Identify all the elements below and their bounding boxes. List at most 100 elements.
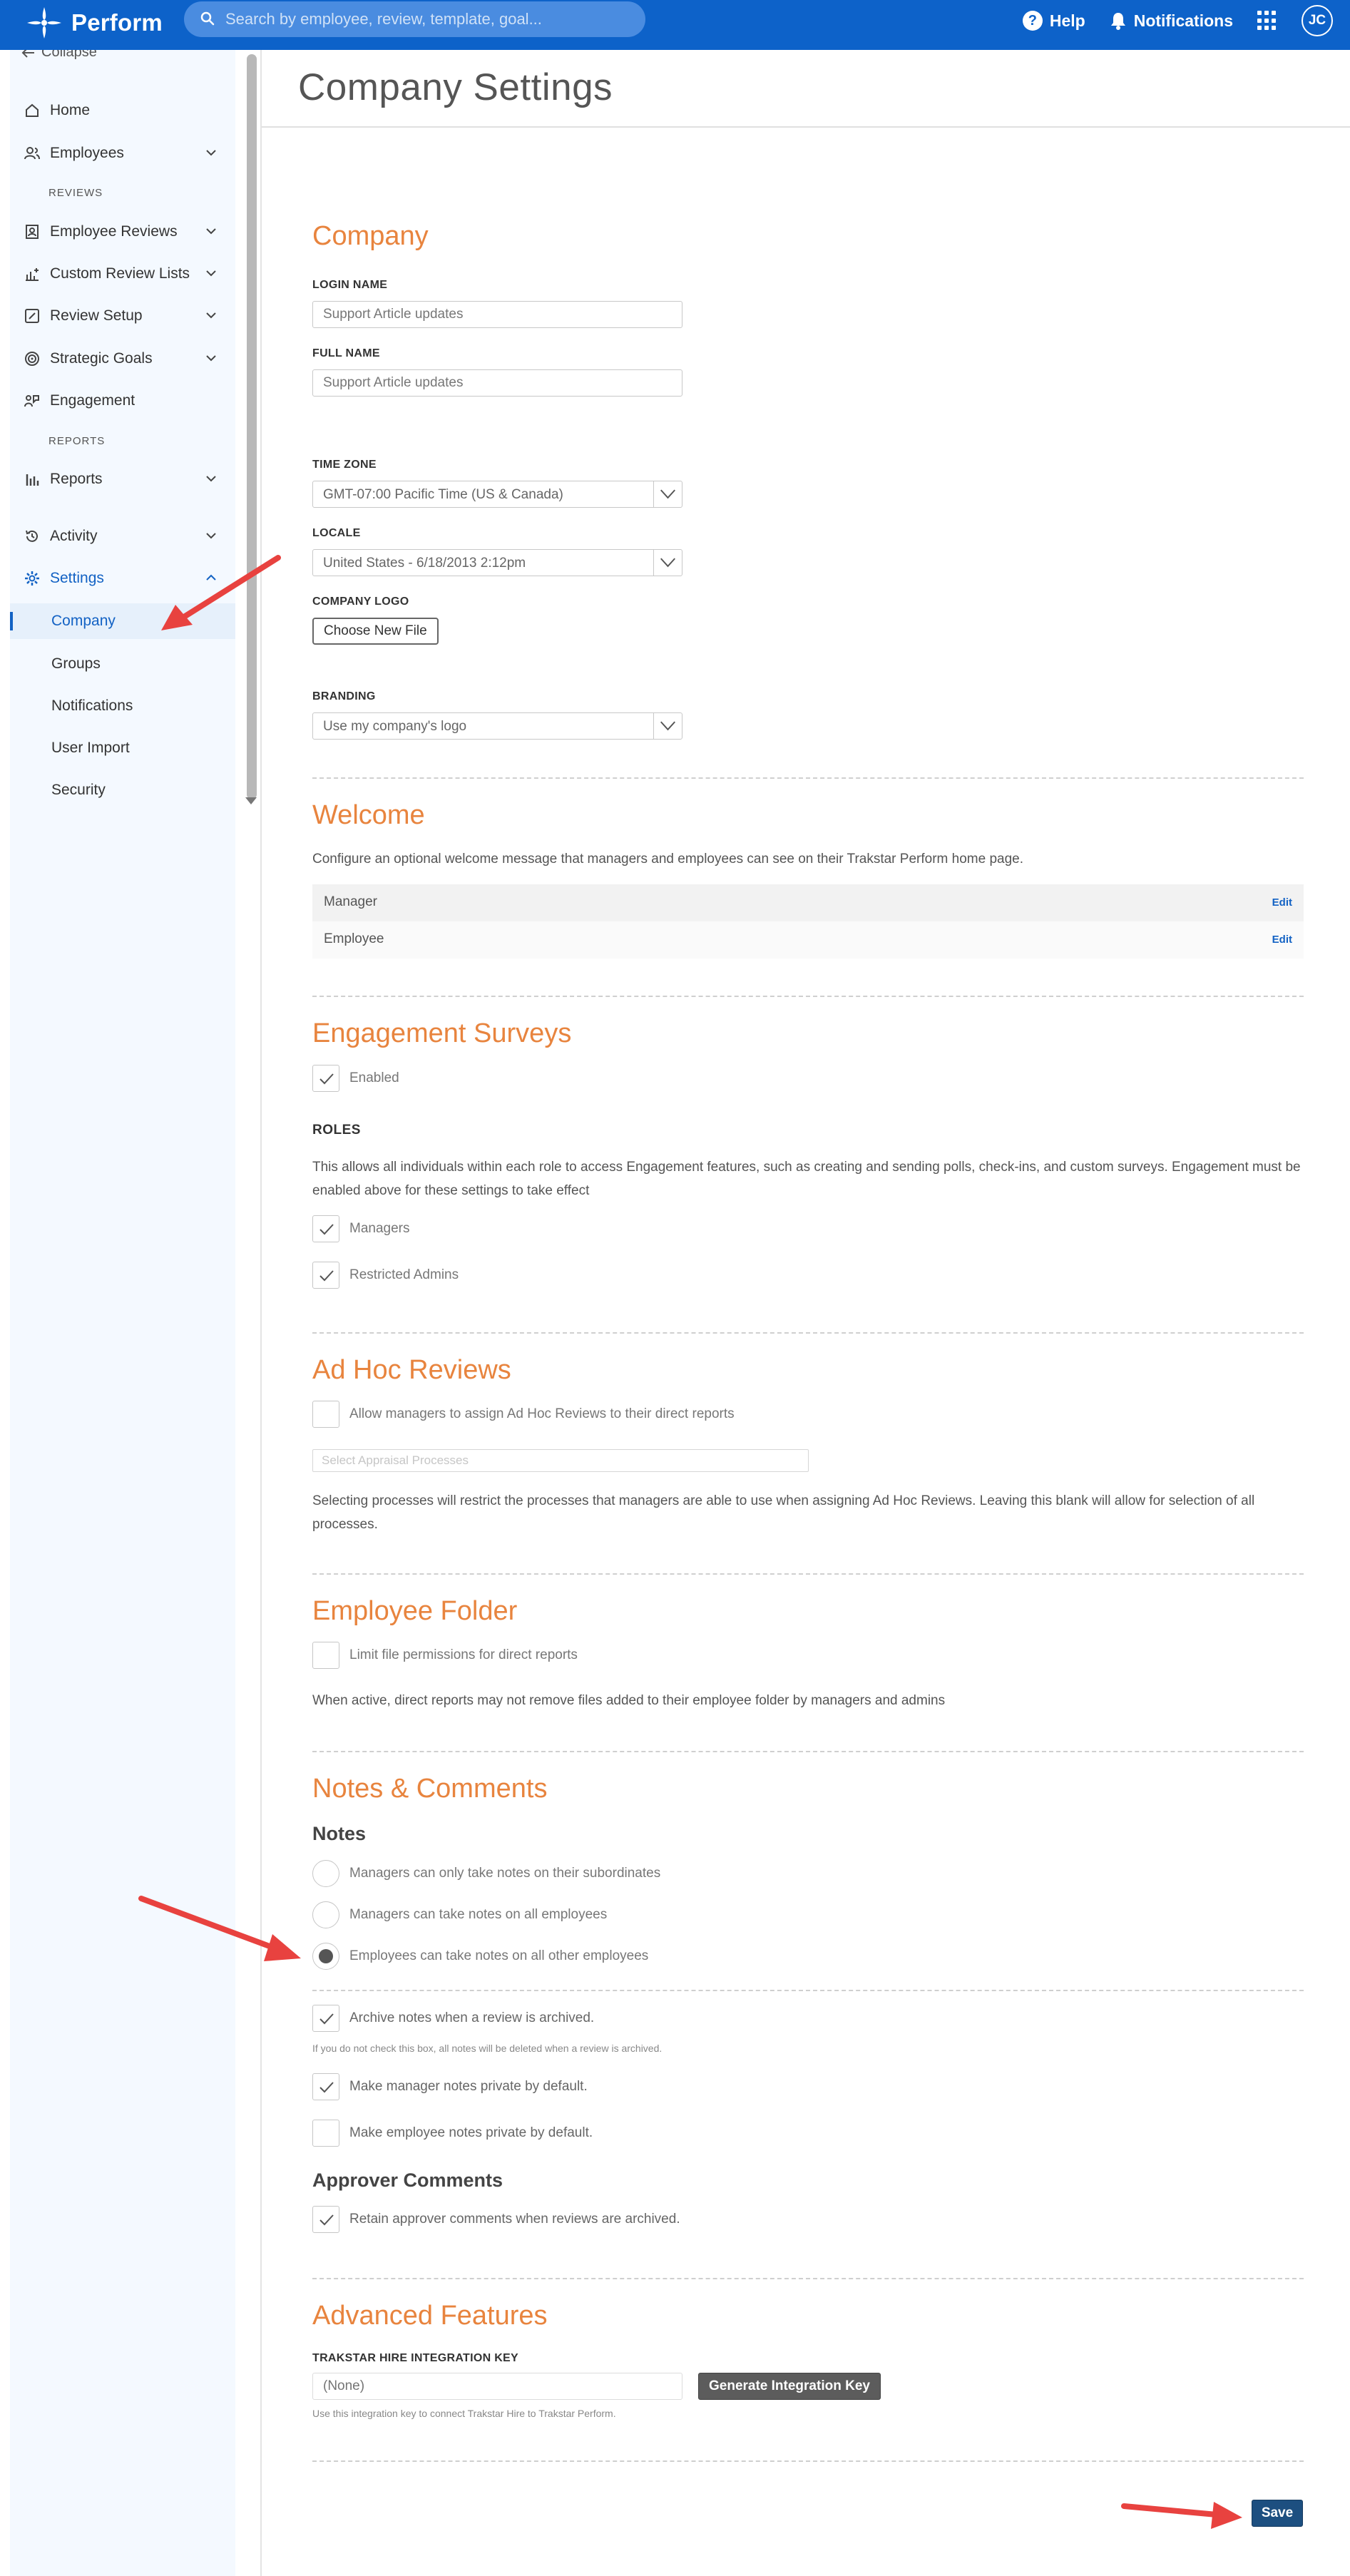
annotation-arrow-icon (161, 555, 281, 630)
chart-add-icon (26, 268, 39, 281)
choose-file-button[interactable]: Choose New File (312, 618, 439, 645)
search-icon (200, 11, 215, 26)
branding-value: Use my company's logo (323, 719, 467, 734)
sidebar-scrollbar[interactable] (247, 54, 257, 799)
chevron-down-icon (206, 270, 216, 277)
notifications-link[interactable]: Notifications (1110, 11, 1233, 31)
home-icon (26, 103, 39, 117)
sidebar-item-home[interactable]: Home (10, 94, 235, 127)
employee-notes-private-label: Make employee notes private by default. (349, 2125, 593, 2140)
notes-option-subordinates-label: Managers can only take notes on their su… (349, 1866, 661, 1881)
engagement-enabled-checkbox[interactable] (312, 1065, 339, 1092)
sidebar-item-employee-reviews[interactable]: Employee Reviews (10, 215, 235, 248)
bell-icon (1110, 13, 1125, 30)
notes-option-all-employees-radio[interactable] (312, 1901, 339, 1928)
sidebar-item-reports[interactable]: Reports (10, 463, 235, 496)
edit-manager-welcome-link[interactable]: Edit (1272, 896, 1292, 909)
app-logo[interactable]: Perform (24, 6, 163, 40)
global-search[interactable] (184, 1, 645, 37)
archive-notes-checkbox[interactable] (312, 2005, 339, 2032)
sidebar-item-activity[interactable]: Activity (10, 520, 235, 553)
search-input[interactable] (225, 1, 632, 37)
bar-chart-icon (26, 474, 39, 486)
history-icon (26, 530, 38, 542)
sidebar-item-label: Groups (51, 655, 101, 672)
help-link[interactable]: ? Help (1022, 11, 1085, 31)
section-divider (312, 1990, 1304, 1991)
login-name-input[interactable] (312, 301, 682, 328)
notes-option-employees-label: Employees can take notes on all other em… (349, 1948, 649, 1963)
restricted-admins-label: Restricted Admins (349, 1267, 459, 1282)
sidebar-item-engagement[interactable]: Engagement (10, 384, 235, 417)
sidebar-item-user-import[interactable]: User Import (10, 730, 235, 766)
chevron-down-icon (206, 533, 216, 539)
chevron-down-icon (653, 713, 675, 739)
help-icon: ? (1022, 11, 1043, 31)
notes-option-employees-radio[interactable] (312, 1943, 339, 1970)
chevron-down-icon (206, 228, 216, 235)
sidebar-item-label: Review Setup (50, 307, 143, 324)
title-divider (262, 126, 1350, 128)
chevron-down-icon (206, 476, 216, 482)
branding-select[interactable]: Use my company's logo (312, 712, 682, 740)
sidebar-item-label: Security (51, 782, 106, 798)
allow-adhoc-checkbox[interactable] (312, 1401, 339, 1428)
managers-label: Managers (349, 1221, 410, 1236)
notes-option-all-employees-label: Managers can take notes on all employees (349, 1907, 608, 1922)
gear-icon (25, 571, 39, 586)
target-icon (25, 352, 39, 366)
section-divider (312, 1573, 1304, 1575)
save-button[interactable]: Save (1252, 2500, 1303, 2527)
roles-label: ROLES (312, 1123, 361, 1138)
chevron-down-icon (653, 550, 675, 576)
edit-square-icon (25, 309, 39, 323)
sidebar-item-label: Company (51, 613, 116, 629)
generate-integration-key-button[interactable]: Generate Integration Key (698, 2373, 881, 2400)
chevron-down-icon (206, 312, 216, 319)
section-divider (312, 996, 1304, 997)
section-divider (312, 1332, 1304, 1334)
edit-employee-welcome-link[interactable]: Edit (1272, 934, 1292, 946)
sidebar-item-security[interactable]: Security (10, 772, 235, 808)
restricted-admins-checkbox[interactable] (312, 1262, 339, 1289)
sidebar-item-label: Home (50, 102, 91, 118)
managers-checkbox[interactable] (312, 1215, 339, 1242)
sidebar-section-reports: REPORTS (48, 435, 106, 447)
sidebar-item-label: Strategic Goals (50, 350, 153, 367)
checkmark-icon (319, 2214, 334, 2226)
sidebar-item-label: Engagement (50, 392, 135, 409)
sidebar-item-label: User Import (51, 740, 130, 756)
locale-select[interactable]: United States - 6/18/2013 2:12pm (312, 549, 682, 576)
sidebar-item-notifications[interactable]: Notifications (10, 688, 235, 724)
top-bar: Perform ? Help Notifications JC (0, 0, 1350, 50)
sidebar-item-label: Employees (50, 145, 124, 161)
approver-comments-heading: Approver Comments (312, 2169, 503, 2191)
sidebar-item-label: Reports (50, 471, 103, 487)
sidebar-item-employees[interactable]: Employees (10, 137, 235, 170)
limit-file-permissions-checkbox[interactable] (312, 1642, 339, 1669)
user-avatar[interactable]: JC (1302, 5, 1333, 36)
sidebar-item-label: Notifications (51, 697, 133, 714)
scroll-down-arrow-icon[interactable] (245, 797, 257, 804)
annotation-arrow-icon (138, 1896, 301, 1961)
employee-notes-private-checkbox[interactable] (312, 2120, 339, 2147)
sidebar-item-custom-review-lists[interactable]: Custom Review Lists (10, 257, 235, 290)
integration-key-input[interactable] (312, 2373, 682, 2400)
time-zone-select[interactable]: GMT-07:00 Pacific Time (US & Canada) (312, 481, 682, 508)
company-logo-label: COMPANY LOGO (312, 596, 409, 608)
retain-approver-comments-label: Retain approver comments when reviews ar… (349, 2212, 680, 2227)
section-divider (312, 2460, 1304, 2462)
sidebar-item-strategic-goals[interactable]: Strategic Goals (10, 342, 235, 375)
sidebar-item-label: Settings (50, 570, 104, 586)
appraisal-processes-select[interactable]: Select Appraisal Processes (312, 1449, 809, 1472)
notes-option-subordinates-radio[interactable] (312, 1860, 339, 1887)
section-divider (312, 2278, 1304, 2279)
sidebar-item-review-setup[interactable]: Review Setup (10, 300, 235, 332)
welcome-description: Configure an optional welcome message th… (312, 852, 1023, 867)
app-grid-icon[interactable] (1257, 11, 1277, 31)
sidebar-item-groups[interactable]: Groups (10, 646, 235, 682)
full-name-input[interactable] (312, 369, 682, 397)
locale-label: LOCALE (312, 527, 361, 539)
retain-approver-comments-checkbox[interactable] (312, 2206, 339, 2233)
manager-notes-private-checkbox[interactable] (312, 2073, 339, 2100)
